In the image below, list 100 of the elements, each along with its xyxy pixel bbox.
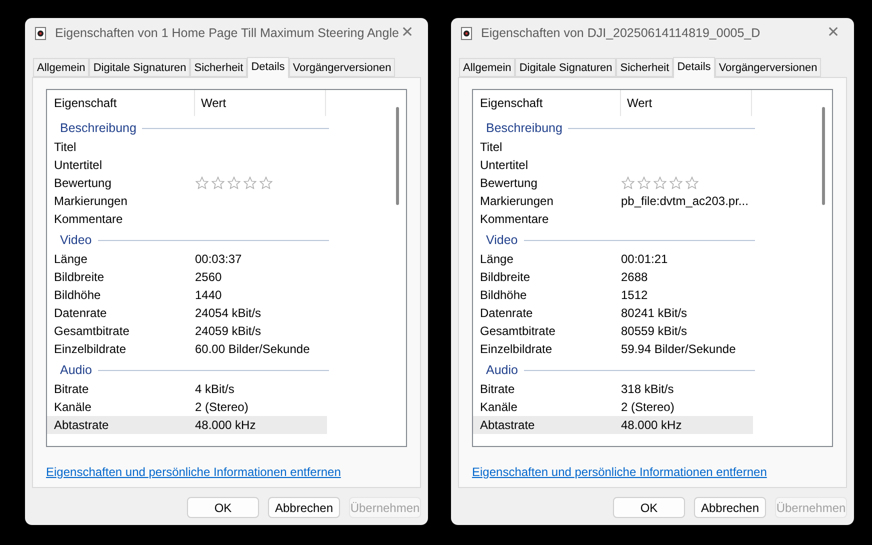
star-icon[interactable]	[243, 176, 257, 190]
column-header[interactable]: Eigenschaft	[473, 90, 621, 116]
property-value: 48.000 kHz	[621, 417, 682, 434]
star-icon[interactable]	[685, 176, 699, 190]
property-name: Untertitel	[53, 157, 104, 174]
property-row[interactable]: Markierungen pb_file:dvtm_ac203.pr...	[473, 192, 753, 210]
tab[interactable]: Digitale Signaturen	[89, 58, 190, 77]
property-row[interactable]: Länge 00:03:37	[47, 250, 327, 268]
property-row[interactable]: Einzelbildrate 59.94 Bilder/Sekunde	[473, 340, 753, 358]
property-name: Markierungen	[53, 193, 128, 210]
tab[interactable]: Details	[673, 57, 715, 78]
property-row[interactable]: Kanäle 2 (Stereo)	[473, 398, 753, 416]
property-row[interactable]: Einzelbildrate 60.00 Bilder/Sekunde	[47, 340, 327, 358]
window-title: Eigenschaften von DJI_20250614114819_0005_D	[481, 24, 762, 42]
property-row[interactable]: Markierungen	[47, 192, 327, 210]
star-icon[interactable]	[259, 176, 273, 190]
property-name: Abtastrate	[479, 417, 536, 434]
property-row[interactable]: Bitrate 4 kBit/s	[47, 380, 327, 398]
property-row[interactable]: Gesamtbitrate 80559 kBit/s	[473, 322, 753, 340]
property-value: 1512	[621, 287, 648, 304]
property-row[interactable]: Bildhöhe 1512	[473, 286, 753, 304]
star-icon[interactable]	[653, 176, 667, 190]
property-name: Bildhöhe	[479, 287, 528, 304]
property-name: Bitrate	[479, 381, 516, 398]
property-row[interactable]: Bewertung	[47, 174, 327, 192]
property-row[interactable]: Bildhöhe 1440	[47, 286, 327, 304]
property-value: 80559 kBit/s	[621, 323, 688, 340]
property-row[interactable]: Kommentare	[47, 210, 327, 228]
star-icon[interactable]	[669, 176, 683, 190]
property-row[interactable]: Datenrate 24054 kBit/s	[47, 304, 327, 322]
property-row[interactable]: Länge 00:01:21	[473, 250, 753, 268]
property-name: Bewertung	[479, 175, 538, 192]
tab[interactable]: Sicherheit	[616, 58, 674, 77]
property-value: 00:01:21	[621, 251, 668, 268]
property-name: Einzelbildrate	[53, 341, 128, 358]
property-row[interactable]: Abtastrate 48.000 kHz	[473, 416, 753, 434]
property-value: 2560	[195, 269, 222, 286]
property-value: 318 kBit/s	[621, 381, 674, 398]
dialog-button[interactable]: OK	[187, 497, 259, 518]
property-name: Länge	[479, 251, 514, 268]
column-header[interactable]: Wert	[195, 90, 326, 116]
property-row[interactable]: Bildbreite 2560	[47, 268, 327, 286]
property-value: 2 (Stereo)	[621, 399, 674, 416]
property-row[interactable]: Kommentare	[473, 210, 753, 228]
property-name: Einzelbildrate	[479, 341, 554, 358]
property-name: Kommentare	[479, 211, 550, 228]
property-row[interactable]: Untertitel	[473, 156, 753, 174]
column-header[interactable]: Eigenschaft	[47, 90, 195, 116]
property-name: Bitrate	[53, 381, 90, 398]
tab[interactable]: Details	[247, 57, 289, 78]
property-row[interactable]: Titel	[473, 138, 753, 156]
group-header[interactable]: Audio	[60, 360, 92, 380]
remove-properties-link[interactable]: Eigenschaften und persönliche Informationen entfernen	[46, 465, 341, 479]
tab[interactable]: Vorgängerversionen	[288, 58, 396, 77]
star-icon[interactable]	[195, 176, 209, 190]
tab[interactable]: Vorgängerversionen	[714, 58, 822, 77]
property-value: 2 (Stereo)	[195, 399, 248, 416]
remove-properties-link[interactable]: Eigenschaften und persönliche Informationen entfernen	[472, 465, 767, 479]
property-value: 24054 kBit/s	[195, 305, 262, 322]
property-row[interactable]: Gesamtbitrate 24059 kBit/s	[47, 322, 327, 340]
property-row[interactable]: Bildbreite 2688	[473, 268, 753, 286]
property-row[interactable]: Kanäle 2 (Stereo)	[47, 398, 327, 416]
property-value: 00:03:37	[195, 251, 242, 268]
group-header[interactable]: Video	[486, 230, 518, 250]
property-row[interactable]: Abtastrate 48.000 kHz	[47, 416, 327, 434]
property-name: Bildbreite	[53, 269, 106, 286]
property-name: Untertitel	[479, 157, 530, 174]
tab[interactable]: Sicherheit	[190, 58, 248, 77]
close-button[interactable]: ✕	[401, 22, 414, 44]
property-row[interactable]: Datenrate 80241 kBit/s	[473, 304, 753, 322]
tab[interactable]: Allgemein	[33, 58, 90, 77]
tab[interactable]: Digitale Signaturen	[515, 58, 616, 77]
dialog-button[interactable]: Abbrechen	[268, 497, 340, 518]
video-file-icon	[461, 26, 472, 40]
group-header[interactable]: Audio	[486, 360, 518, 380]
property-name: Titel	[53, 139, 78, 156]
group-header[interactable]: Beschreibung	[60, 118, 136, 138]
star-icon[interactable]	[227, 176, 241, 190]
property-value: 59.94 Bilder/Sekunde	[621, 341, 736, 358]
close-button[interactable]: ✕	[827, 22, 840, 44]
property-name: Bildbreite	[479, 269, 532, 286]
property-name: Bildhöhe	[53, 287, 102, 304]
property-value: 4 kBit/s	[195, 381, 234, 398]
property-row[interactable]: Titel	[47, 138, 327, 156]
property-value: pb_file:dvtm_ac203.pr...	[621, 193, 748, 210]
group-header[interactable]: Video	[60, 230, 92, 250]
star-icon[interactable]	[211, 176, 225, 190]
property-value: 80241 kBit/s	[621, 305, 688, 322]
star-icon[interactable]	[637, 176, 651, 190]
tab[interactable]: Allgemein	[459, 58, 516, 77]
property-row[interactable]: Bitrate 318 kBit/s	[473, 380, 753, 398]
property-row[interactable]: Bewertung	[473, 174, 753, 192]
property-row[interactable]: Untertitel	[47, 156, 327, 174]
property-name: Datenrate	[53, 305, 108, 322]
dialog-button[interactable]: OK	[613, 497, 685, 518]
dialog-button[interactable]: Abbrechen	[694, 497, 766, 518]
property-value: 2688	[621, 269, 648, 286]
group-header[interactable]: Beschreibung	[486, 118, 562, 138]
column-header[interactable]: Wert	[621, 90, 752, 116]
star-icon[interactable]	[621, 176, 635, 190]
